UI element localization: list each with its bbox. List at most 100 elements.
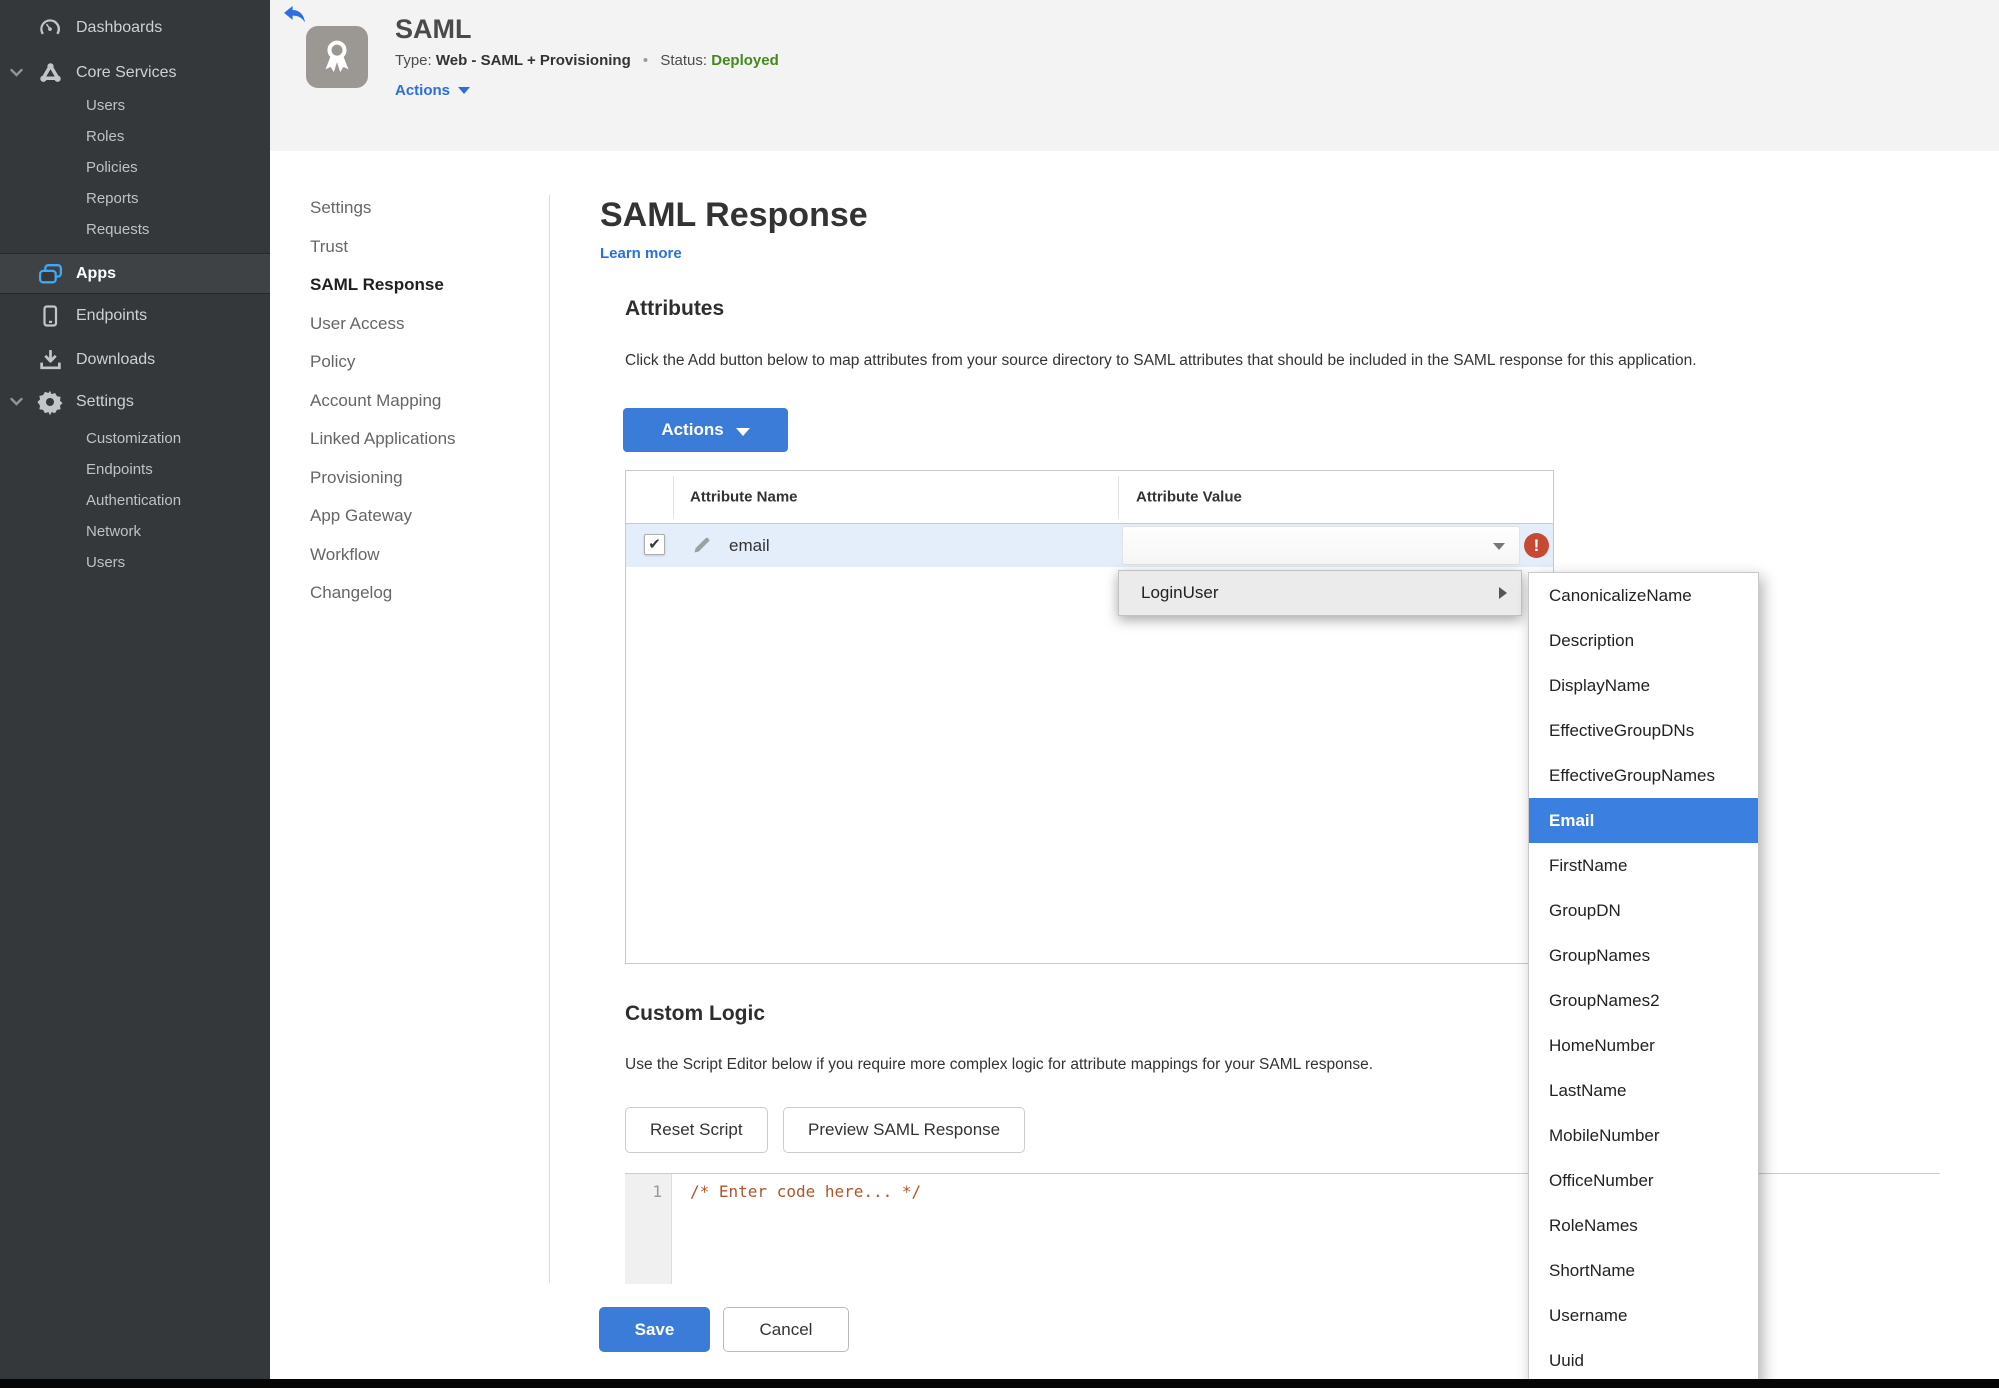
sidebar-subitem-label: Roles <box>86 128 125 145</box>
sidebar-subitem-label: Endpoints <box>86 461 153 478</box>
sidebar-subitem[interactable]: Roles <box>0 121 270 152</box>
submenu-item-label: LastName <box>1549 1081 1627 1100</box>
submenu-item[interactable]: OfficeNumber <box>1529 1158 1758 1203</box>
app-root: Dashboards Core Services Users Roles Polic… <box>0 0 1999 1388</box>
sidebar-subitem[interactable]: Policies <box>0 152 270 183</box>
attributes-actions-label: Actions <box>661 420 724 439</box>
submenu-item-label: ShortName <box>1549 1261 1635 1280</box>
submenu-item-label: GroupDN <box>1549 901 1621 920</box>
submenu-item[interactable]: EffectiveGroupNames <box>1529 753 1758 798</box>
attributes-description: Click the Add button below to map attrib… <box>625 352 1697 369</box>
subnav-item[interactable]: Trust <box>310 228 545 267</box>
app-meta: Type: Web - SAML + Provisioning • Status… <box>395 52 779 69</box>
submenu-item-label: EffectiveGroupNames <box>1549 766 1715 785</box>
submenu-item[interactable]: FirstName <box>1529 843 1758 888</box>
sidebar-item-endpoints[interactable]: Endpoints <box>0 294 270 338</box>
save-button[interactable]: Save <box>599 1307 710 1352</box>
sidebar-item-downloads[interactable]: Downloads <box>0 338 270 381</box>
sidebar-item-settings[interactable]: Settings <box>0 381 270 423</box>
subnav-item[interactable]: Workflow <box>310 536 545 575</box>
subnav-item[interactable]: Settings <box>310 189 545 228</box>
edit-pencil-icon[interactable] <box>691 535 712 556</box>
subnav-item-label: Provisioning <box>310 467 403 487</box>
submenu-item[interactable]: EffectiveGroupDNs <box>1529 708 1758 753</box>
row-checkbox[interactable] <box>644 534 665 555</box>
learn-more-link[interactable]: Learn more <box>600 245 682 262</box>
sidebar-subitem-label: Users <box>86 554 126 571</box>
submenu-item[interactable]: LastName <box>1529 1068 1758 1113</box>
column-header-attribute-name: Attribute Name <box>690 488 798 506</box>
attributes-heading: Attributes <box>625 297 725 320</box>
attributes-actions-button[interactable]: Actions <box>623 408 788 452</box>
submenu-item[interactable]: RoleNames <box>1529 1203 1758 1248</box>
sidebar-subitem-label: Users <box>86 97 126 114</box>
sidebar-subitem[interactable]: Customization <box>0 423 270 454</box>
chevron-down-icon[interactable] <box>10 397 23 407</box>
header-actions-menu[interactable]: Actions <box>395 82 471 99</box>
sidebar-item-core-services[interactable]: Core Services <box>0 56 270 90</box>
sidebar-subitem[interactable]: Network <box>0 516 270 547</box>
submenu-item[interactable]: Description <box>1529 618 1758 663</box>
cancel-button[interactable]: Cancel <box>723 1307 849 1352</box>
submenu-item[interactable]: GroupDN <box>1529 888 1758 933</box>
submenu-item-label: RoleNames <box>1549 1216 1638 1235</box>
editor-code[interactable]: /* Enter code here... */ <box>690 1182 921 1201</box>
sidebar-subitem[interactable]: Endpoints <box>0 454 270 485</box>
submenu-item[interactable]: ShortName <box>1529 1248 1758 1293</box>
editor-gutter: 1 <box>625 1174 672 1284</box>
sidebar-subitem-label: Requests <box>86 221 150 238</box>
submenu-item[interactable]: CanonicalizeName <box>1529 573 1758 618</box>
reset-script-button[interactable]: Reset Script <box>625 1107 768 1153</box>
endpoints-device-icon <box>36 304 64 328</box>
sidebar-subitem[interactable]: Authentication <box>0 485 270 516</box>
sidebar-item-label: Downloads <box>76 350 156 368</box>
submenu-item[interactable]: HomeNumber <box>1529 1023 1758 1068</box>
chevron-down-icon[interactable] <box>10 68 23 78</box>
submenu-item-label: CanonicalizeName <box>1549 586 1692 605</box>
subnav-item[interactable]: Policy <box>310 343 545 382</box>
subnav-item[interactable]: User Access <box>310 305 545 344</box>
sidebar-item-label: Settings <box>76 393 134 410</box>
subnav-item[interactable]: Account Mapping <box>310 382 545 421</box>
preview-saml-response-button[interactable]: Preview SAML Response <box>783 1107 1026 1153</box>
subnav-item[interactable]: App Gateway <box>310 497 545 536</box>
submenu-item[interactable]: MobileNumber <box>1529 1113 1758 1158</box>
submenu-item[interactable]: Email <box>1529 798 1758 843</box>
subnav-item[interactable]: Provisioning <box>310 459 545 498</box>
sidebar-item-dashboards[interactable]: Dashboards <box>0 0 270 56</box>
sidebar-subitem[interactable]: Users <box>0 547 270 578</box>
app-subnav: Settings Trust SAML Response User Access Pol… <box>310 189 545 613</box>
table-row[interactable]: email ! <box>626 524 1553 567</box>
subnav-item-label: Account Mapping <box>310 390 442 410</box>
subnav-item[interactable]: SAML Response <box>310 266 545 305</box>
chevron-down-icon <box>735 428 750 436</box>
submenu-item[interactable]: DisplayName <box>1529 663 1758 708</box>
subnav-item[interactable]: Changelog <box>310 574 545 613</box>
subnav-item-label: Changelog <box>310 583 393 602</box>
context-menu-loginuser[interactable]: LoginUser <box>1118 570 1522 616</box>
sidebar-item-apps[interactable]: Apps <box>0 253 270 294</box>
attribute-value-dropdown[interactable] <box>1122 526 1520 565</box>
subnav-item-label: Settings <box>310 198 372 217</box>
submenu-item-label: Uuid <box>1549 1351 1584 1370</box>
sidebar-subitem-label: Reports <box>86 190 139 207</box>
submenu-item[interactable]: Username <box>1529 1293 1758 1338</box>
back-arrow-icon[interactable] <box>283 5 307 25</box>
sidebar: Dashboards Core Services Users Roles Polic… <box>0 0 270 1388</box>
saml-app-icon <box>306 26 368 88</box>
line-number: 1 <box>652 1182 662 1201</box>
submenu-item-label: EffectiveGroupDNs <box>1549 721 1695 740</box>
submenu-item[interactable]: Uuid <box>1529 1338 1758 1383</box>
sidebar-settings-children: Customization Endpoints Authentication Netw… <box>0 423 270 578</box>
sidebar-subitem[interactable]: Reports <box>0 183 270 214</box>
subnav-item-label: SAML Response <box>310 275 444 294</box>
subnav-item[interactable]: Linked Applications <box>310 420 545 459</box>
type-label: Type: <box>395 52 432 69</box>
submenu-item-label: GroupNames2 <box>1549 991 1660 1010</box>
submenu-item[interactable]: GroupNames2 <box>1529 978 1758 1023</box>
sidebar-subitem[interactable]: Requests <box>0 214 270 245</box>
submenu-item[interactable]: GroupNames <box>1529 933 1758 978</box>
sidebar-subitem[interactable]: Users <box>0 90 270 121</box>
status-badge: Deployed <box>711 52 779 69</box>
subnav-item-label: Workflow <box>310 544 380 564</box>
